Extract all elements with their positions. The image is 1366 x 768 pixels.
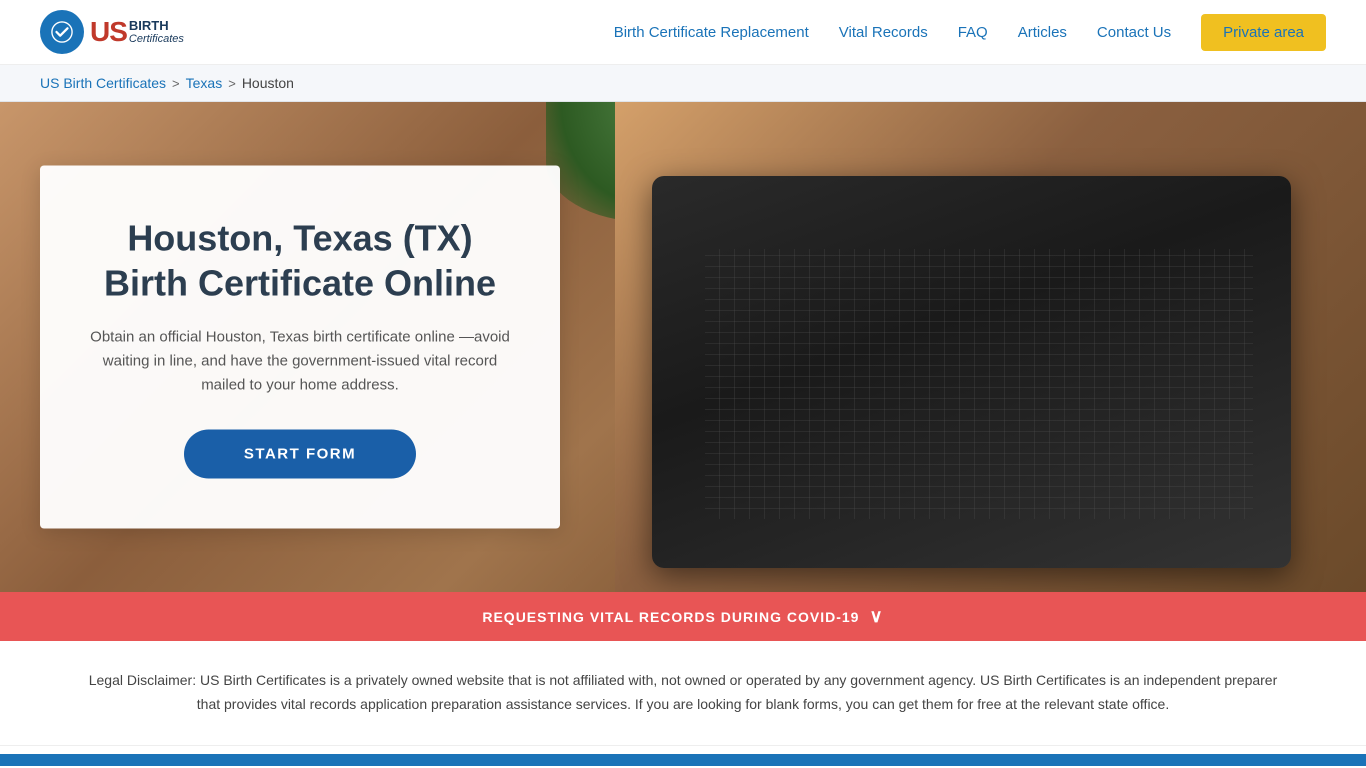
main-nav: Birth Certificate Replacement Vital Reco… xyxy=(614,14,1326,51)
breadcrumb-home[interactable]: US Birth Certificates xyxy=(40,75,166,91)
breadcrumb-sep-1: > xyxy=(172,76,180,91)
disclaimer-section: Legal Disclaimer: US Birth Certificates … xyxy=(0,641,1366,746)
hero-description: Obtain an official Houston, Texas birth … xyxy=(84,326,516,398)
chevron-down-icon: ∨ xyxy=(869,606,883,627)
covid-banner[interactable]: REQUESTING VITAL RECORDS DURING COVID-19… xyxy=(0,592,1366,641)
nav-faq[interactable]: FAQ xyxy=(958,24,988,41)
breadcrumb-sep-2: > xyxy=(228,76,236,91)
hero-title: Houston, Texas (TX) Birth Certificate On… xyxy=(84,216,516,306)
breadcrumb-city: Houston xyxy=(242,75,294,91)
hero-laptop-image xyxy=(615,102,1366,592)
private-area-button[interactable]: Private area xyxy=(1201,14,1326,51)
nav-vital-records[interactable]: Vital Records xyxy=(839,24,928,41)
logo-brand-text: BIRTH Certificates xyxy=(129,19,184,45)
logo-link[interactable]: US BIRTH Certificates xyxy=(40,10,184,54)
nav-contact[interactable]: Contact Us xyxy=(1097,24,1171,41)
logo-us-text: US xyxy=(90,16,127,48)
logo-icon xyxy=(40,10,84,54)
bottom-accent-bar xyxy=(0,754,1366,766)
breadcrumb-state[interactable]: Texas xyxy=(186,75,223,91)
start-form-button[interactable]: START FORM xyxy=(184,430,416,479)
hero-section: Houston, Texas (TX) Birth Certificate On… xyxy=(0,102,1366,592)
covid-banner-text: REQUESTING VITAL RECORDS DURING COVID-19 xyxy=(482,609,859,625)
disclaimer-text: Legal Disclaimer: US Birth Certificates … xyxy=(80,669,1286,717)
hero-card: Houston, Texas (TX) Birth Certificate On… xyxy=(40,166,560,529)
nav-articles[interactable]: Articles xyxy=(1018,24,1067,41)
nav-birth-cert[interactable]: Birth Certificate Replacement xyxy=(614,24,809,41)
breadcrumb: US Birth Certificates > Texas > Houston xyxy=(0,65,1366,102)
site-header: US BIRTH Certificates Birth Certificate … xyxy=(0,0,1366,65)
